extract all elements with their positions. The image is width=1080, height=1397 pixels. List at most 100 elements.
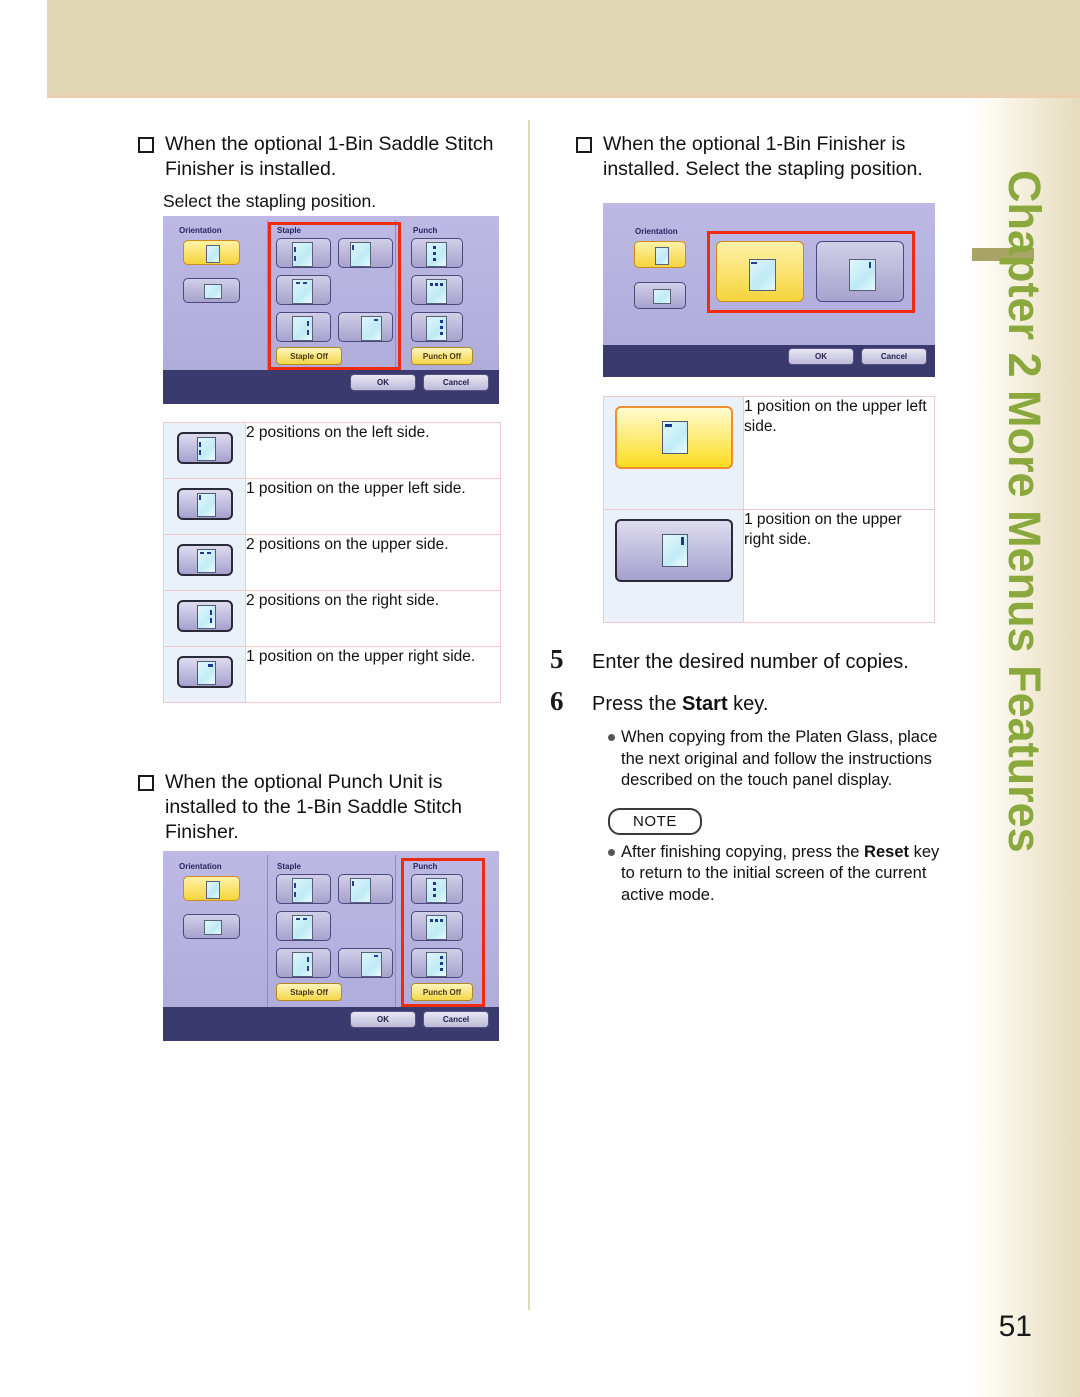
table-icon-cell [603,509,744,623]
lcd-punch-top-button[interactable] [411,275,463,305]
paper-icon [292,242,313,267]
lcd-divider-1 [267,855,268,1007]
paper-icon [206,245,220,263]
punch-mark [440,956,443,959]
lcd-label-punch: Punch [413,226,438,235]
lcd-label-orientation: Orientation [179,862,222,871]
lcd-punch-2-hole-button[interactable] [411,874,463,904]
lcd-ok-button[interactable]: OK [350,1011,416,1028]
lcd-staple-2-left-button[interactable] [276,238,331,268]
lcd-cancel-button[interactable]: Cancel [423,374,489,391]
lcd-staple-2-right-button[interactable] [276,312,331,342]
punch-mark [440,968,443,971]
lcd-staple-1-upper-left-button[interactable] [338,874,393,904]
staple-mark [294,892,296,897]
table-icon-cell [163,422,246,479]
lcd-ok-button[interactable]: OK [350,374,416,391]
paper-icon [849,259,876,291]
lcd-punch-off-button[interactable]: Punch Off [411,347,473,365]
lcd-staple-1-upper-right-button[interactable] [816,241,904,302]
right-column: When the optional 1-Bin Finisher is inst… [576,132,951,182]
paper-icon [204,284,222,299]
lcd-orientation-landscape-button[interactable] [634,282,686,309]
lcd-staple-1-upper-right-button[interactable] [338,312,393,342]
punch-mark [440,320,443,323]
staple-mark [352,245,354,250]
lcd-label-staple: Staple [277,226,302,235]
punch-mark [433,882,436,885]
lcd-staple-2-left-button[interactable] [276,874,331,904]
staple-mark [307,966,309,971]
paper-icon [292,952,313,977]
lcd-cancel-button[interactable]: Cancel [423,1011,489,1028]
paper-icon [426,316,447,341]
lcd-staple-1-upper-right-button[interactable] [338,948,393,978]
step-text: Press the Start key. [592,686,768,718]
table-desc-cell: 1 position on the upper right side. [245,646,501,703]
lcd-cancel-button[interactable]: Cancel [861,348,927,365]
punch-mark [430,919,433,922]
paper-icon [361,952,382,977]
staple-1-upper-left-selected-icon [614,406,733,469]
column-divider [528,120,530,1310]
table-desc-cell: 1 position on the upper left side. [743,396,935,510]
section-heading-text: When the optional 1-Bin Saddle Stitch Fi… [165,133,494,180]
staple-1-upper-right-icon [176,656,233,688]
lcd-staple-2-upper-button[interactable] [276,911,331,941]
table-desc-cell: 2 positions on the left side. [245,422,501,479]
lcd-punch-right-button[interactable] [411,948,463,978]
lcd-orientation-portrait-button[interactable] [183,240,240,265]
lcd-orientation-landscape-button[interactable] [183,278,240,303]
staple-1-upper-right-icon [614,519,733,582]
paper-icon [292,878,313,903]
staple-mark [296,282,300,284]
punch-mark [440,332,443,335]
section-subtext-stapling: Select the stapling position. [163,191,377,211]
punch-mark [435,919,438,922]
checkbox-square-icon [138,775,154,791]
lcd-staple-off-button[interactable]: Staple Off [276,347,342,365]
section-heading-1bin-finisher: When the optional 1-Bin Finisher is inst… [576,132,951,182]
punch-mark [433,252,436,255]
lcd-punch-2-hole-button[interactable] [411,238,463,268]
punch-mark [433,246,436,249]
lcd-staple-2-right-button[interactable] [276,948,331,978]
paper-icon [292,316,313,341]
lcd-staple-off-button[interactable]: Staple Off [276,983,342,1001]
paper-icon [206,881,220,899]
staple-mark [751,262,757,264]
step-text-suffix: key. [727,693,769,715]
step-number: 5 [550,644,564,674]
table-desc-cell: 1 position on the upper left side. [245,478,501,535]
lcd-staple-1-upper-left-button[interactable] [716,241,804,302]
paper-icon [653,289,671,304]
note-badge: NOTE [608,807,702,835]
table-row: 1 position on the upper right side. [163,646,501,703]
staple-mark [294,247,296,252]
table-desc-cell: 2 positions on the upper side. [245,534,501,591]
lcd-orientation-portrait-button[interactable] [183,876,240,901]
lcd-screenshot-1bin-finisher: Orientation OK Cancel [603,203,935,377]
table-desc-cell: 2 positions on the right side. [245,590,501,647]
step6-bullet: When copying from the Platen Glass, plac… [608,727,950,792]
table-desc-cell: 1 position on the upper right side. [743,509,935,623]
paper-icon [426,878,447,903]
lcd-ok-button[interactable]: OK [788,348,854,365]
staple-mark [303,282,307,284]
lcd-punch-off-button[interactable]: Punch Off [411,983,473,1001]
lcd-orientation-portrait-button[interactable] [634,241,686,268]
staple-mark [307,957,309,962]
staple-mark [296,918,300,920]
lcd-orientation-landscape-button[interactable] [183,914,240,939]
checkbox-square-icon [576,137,592,153]
staple-mark [294,256,296,261]
bullet-dot-icon [608,848,615,856]
lcd-punch-right-button[interactable] [411,312,463,342]
staple-mark [352,881,354,886]
lcd-punch-top-button[interactable] [411,911,463,941]
lcd-staple-2-upper-button[interactable] [276,275,331,305]
punch-mark [433,258,436,261]
staple-mark [374,319,378,321]
lcd-staple-1-upper-left-button[interactable] [338,238,393,268]
staple-2-upper-icon [176,544,233,576]
